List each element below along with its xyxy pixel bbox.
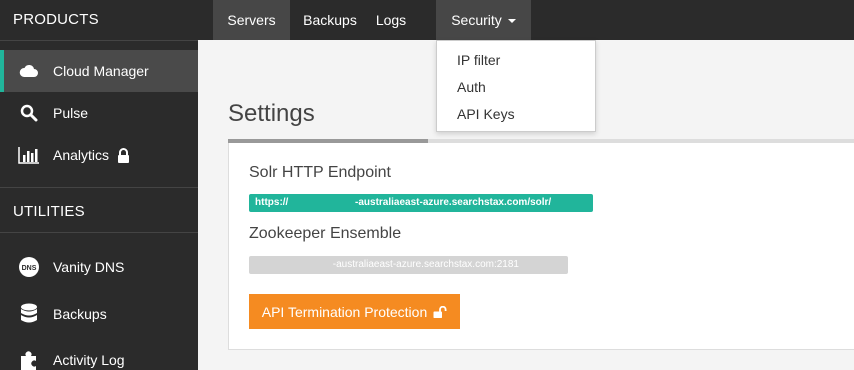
lock-icon: [117, 147, 130, 163]
menu-item-auth[interactable]: Auth: [437, 74, 595, 101]
sidebar-item-label: Pulse: [53, 105, 89, 121]
settings-panel: Solr HTTP Endpoint https:// -australiaea…: [228, 143, 854, 350]
tab-backups[interactable]: Backups: [290, 0, 370, 40]
page-title: Settings: [228, 100, 315, 127]
sidebar-item-label: Vanity DNS: [53, 259, 125, 275]
button-label: API Termination Protection: [261, 303, 428, 320]
sidebar-item-label: Cloud Manager: [53, 63, 149, 79]
tab-security[interactable]: Security: [436, 0, 531, 40]
sidebar-item-activity-log[interactable]: Activity Log: [0, 339, 198, 370]
sidebar: PRODUCTS Cloud Manager Pulse Analytics U…: [0, 0, 198, 370]
sidebar-item-analytics[interactable]: Analytics: [0, 134, 198, 176]
sidebar-item-label: Analytics: [53, 147, 110, 163]
dns-icon: DNS: [18, 256, 40, 278]
sidebar-item-backups[interactable]: Backups: [0, 289, 198, 339]
products-header: PRODUCTS: [0, 0, 198, 40]
bar-chart-icon: [18, 144, 40, 166]
divider: [0, 187, 198, 188]
menu-item-ip-filter[interactable]: IP filter: [437, 47, 595, 74]
cloud-icon: [18, 60, 40, 82]
search-icon: [18, 102, 40, 124]
database-icon: [18, 303, 40, 325]
tab-logs[interactable]: Logs: [370, 0, 412, 40]
zookeeper-ensemble-value[interactable]: -australiaeast-azure.searchstax.com:2181: [249, 256, 568, 274]
zookeeper-ensemble-label: Zookeeper Ensemble: [249, 225, 402, 242]
sidebar-item-cloud-manager[interactable]: Cloud Manager: [0, 50, 198, 92]
solr-endpoint-label: Solr HTTP Endpoint: [249, 164, 391, 181]
solr-endpoint-value[interactable]: https:// -australiaeast-azure.searchstax…: [249, 194, 593, 212]
svg-text:DNS: DNS: [22, 265, 37, 272]
sidebar-item-pulse[interactable]: Pulse: [0, 92, 198, 134]
caret-down-icon: [507, 19, 516, 24]
menu-item-api-keys[interactable]: API Keys: [437, 101, 595, 128]
tab-label: Security: [451, 12, 502, 28]
utilities-header: UTILITIES: [0, 192, 198, 232]
puzzle-icon: [18, 349, 40, 370]
tab-servers[interactable]: Servers: [213, 0, 290, 40]
sidebar-item-label: Activity Log: [53, 352, 125, 368]
api-termination-protection-button[interactable]: API Termination Protection: [249, 294, 460, 329]
sidebar-item-label: Backups: [53, 306, 107, 322]
security-dropdown-menu: IP filter Auth API Keys: [436, 40, 596, 132]
unlock-icon: [433, 305, 447, 318]
sidebar-item-vanity-dns[interactable]: DNS Vanity DNS: [0, 245, 198, 289]
top-navigation: Servers Backups Logs Security: [198, 0, 854, 40]
